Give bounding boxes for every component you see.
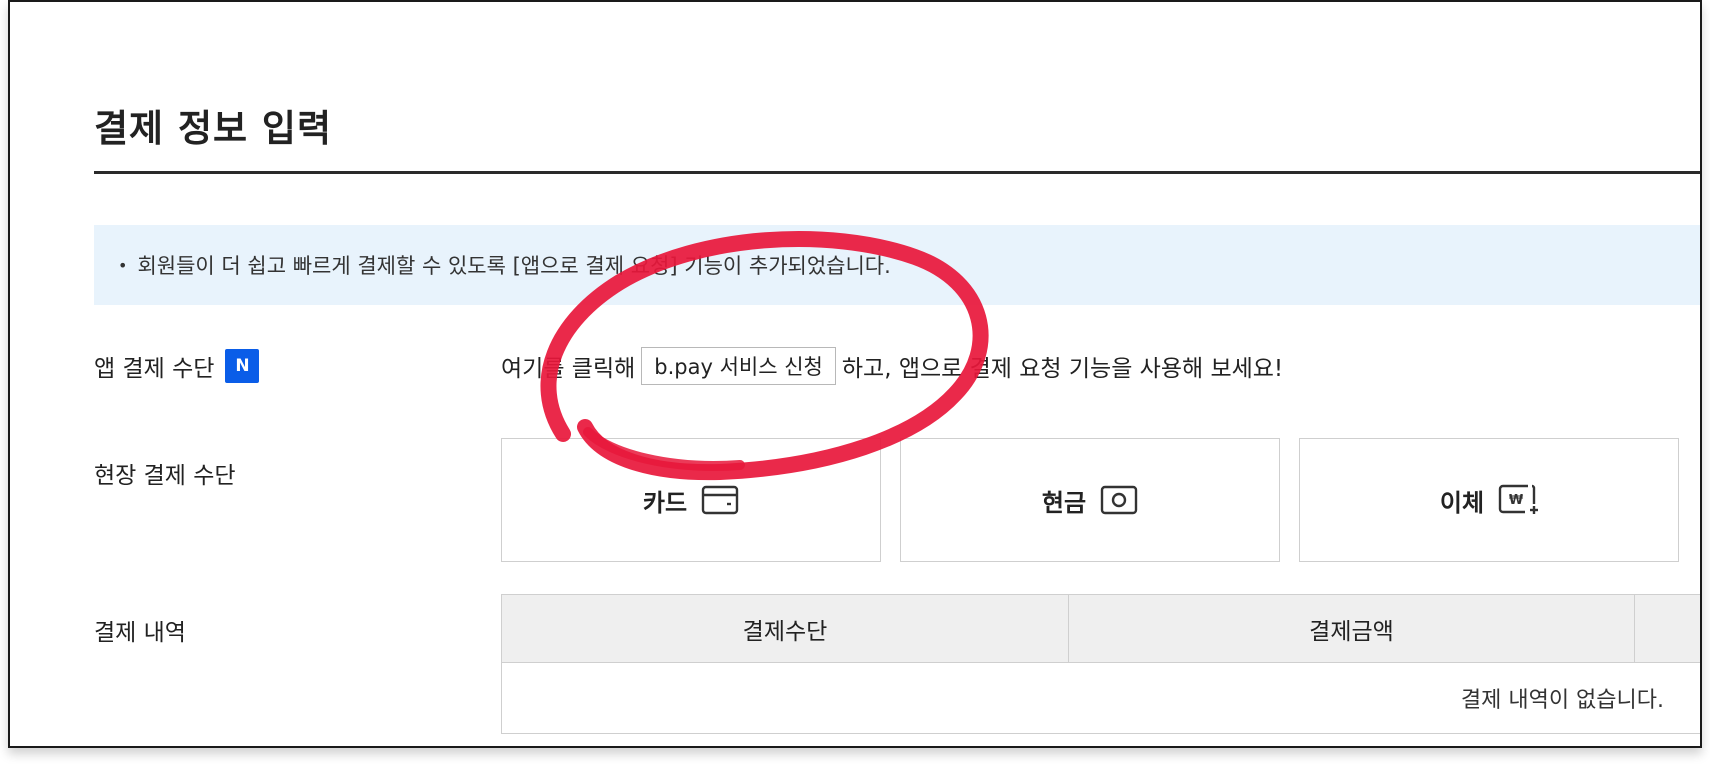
table-header: 결제수단 결제금액 <box>502 595 1700 663</box>
app-payment-label: 앱 결제 수단 N <box>94 349 260 383</box>
new-badge: N <box>225 349 260 383</box>
cash-icon <box>1100 485 1138 515</box>
method-cash-button[interactable]: 현금 <box>900 438 1280 562</box>
payment-history-table: 결제수단 결제금액 결제 내역이 없습니다. <box>501 594 1700 734</box>
bpay-signup-button[interactable]: b.pay 서비스 신청 <box>641 347 836 385</box>
column-header-method: 결제수단 <box>502 595 1069 662</box>
empty-message: 결제 내역이 없습니다. <box>1460 688 1664 713</box>
notice-banner: • 회원들이 더 쉽고 빠르게 결제할 수 있도록 [앱으로 결제 요청] 기능… <box>94 225 1700 305</box>
card-icon <box>701 485 739 515</box>
transfer-icon: ₩ <box>1498 484 1539 516</box>
column-header-amount: 결제금액 <box>1069 595 1635 662</box>
title-divider <box>94 171 1700 174</box>
method-transfer-button[interactable]: 이체 ₩ <box>1299 438 1679 562</box>
column-header-extra <box>1635 595 1700 662</box>
app-payment-text-before: 여기를 클릭해 <box>501 356 636 382</box>
method-cash-label: 현금 <box>1041 488 1087 517</box>
page-title: 결제 정보 입력 <box>94 107 333 150</box>
notice-bullet: • <box>118 255 128 275</box>
app-payment-row: 여기를 클릭해 b.pay 서비스 신청 하고, 앱으로 결제 요청 기능을 사… <box>501 347 1283 385</box>
svg-text:₩: ₩ <box>1509 493 1524 508</box>
payment-info-panel: 결제 정보 입력 • 회원들이 더 쉽고 빠르게 결제할 수 있도록 [앱으로 … <box>8 0 1702 748</box>
payment-history-label: 결제 내역 <box>94 620 186 646</box>
method-card-button[interactable]: 카드 <box>501 438 881 562</box>
notice-text: 회원들이 더 쉽고 빠르게 결제할 수 있도록 [앱으로 결제 요청] 기능이 … <box>137 254 891 278</box>
method-card-label: 카드 <box>642 488 688 517</box>
app-payment-text-after: 하고, 앱으로 결제 요청 기능을 사용해 보세요! <box>841 356 1284 382</box>
app-payment-label-text: 앱 결제 수단 <box>94 356 215 382</box>
onsite-payment-label: 현장 결제 수단 <box>94 463 236 489</box>
method-transfer-label: 이체 <box>1439 488 1485 517</box>
